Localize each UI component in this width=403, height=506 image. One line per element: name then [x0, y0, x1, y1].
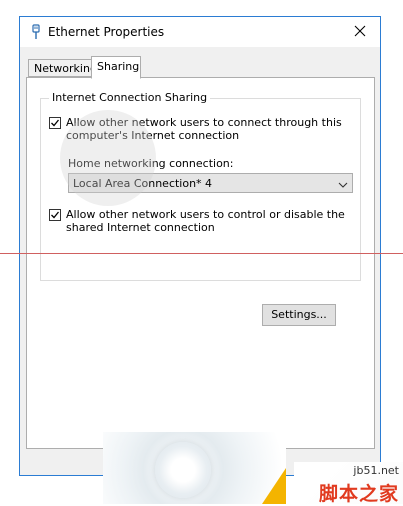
tab-networking[interactable]: Networking	[28, 59, 97, 77]
site-url: jb51.net	[353, 464, 399, 477]
allow-control-checkbox[interactable]	[49, 209, 61, 221]
tab-sharing[interactable]: Sharing	[91, 56, 141, 79]
tab-networking-label: Networking	[34, 62, 97, 75]
group-title: Internet Connection Sharing	[49, 91, 211, 104]
settings-button[interactable]: Settings...	[262, 304, 336, 326]
window-title: Ethernet Properties	[48, 25, 165, 39]
close-button[interactable]	[340, 17, 380, 47]
site-watermark: jb51.net 脚本之家	[294, 462, 403, 505]
chevron-down-icon	[338, 179, 348, 192]
watermark-logo	[60, 110, 156, 206]
corner-decoration	[262, 468, 286, 504]
title-bar[interactable]: Ethernet Properties	[20, 17, 380, 47]
ethernet-properties-dialog: Ethernet Properties Networking Sharing I…	[19, 16, 381, 476]
decorative-disc	[155, 442, 211, 498]
checkmark-icon	[51, 211, 60, 219]
red-divider-line	[0, 253, 403, 254]
tab-sharing-label: Sharing	[97, 60, 140, 73]
site-name: 脚本之家	[318, 483, 399, 505]
checkmark-icon	[51, 119, 60, 127]
allow-control-label-line2: shared Internet connection	[66, 221, 215, 234]
allow-connect-checkbox[interactable]	[49, 117, 61, 129]
allow-control-label-line1: Allow other network users to control or …	[66, 208, 345, 221]
bottom-decoration	[103, 432, 286, 504]
ethernet-plug-icon	[28, 24, 44, 40]
close-icon	[354, 25, 366, 40]
